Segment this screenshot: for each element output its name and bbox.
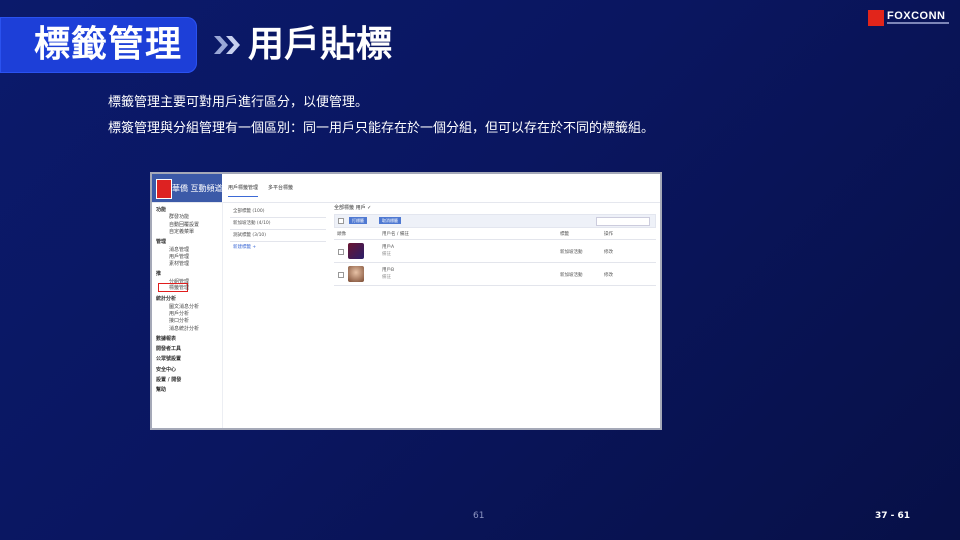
sidebar-group[interactable]: 公眾號設置 (156, 355, 181, 362)
panel-title: 全部標籤 用戶 ✓ (334, 205, 372, 211)
sidebar-item[interactable]: 消息統計分析 (169, 325, 199, 332)
logo-tagline (887, 22, 949, 24)
page-number-center: 61 (473, 511, 485, 521)
brand-logo-icon (156, 179, 172, 199)
logo-mark-icon (868, 10, 884, 26)
description-line-1: 標籤管理主要可對用戶進行區分，以便管理。 (108, 95, 369, 110)
sidebar-item[interactable]: 消息管理 (169, 246, 189, 253)
table-row[interactable]: 用戶A 備註 新加坡活動 修改 (334, 240, 656, 263)
sidebar-item[interactable]: 用戶管理 (169, 253, 189, 260)
label-group-item[interactable]: 測試標籤 (3/10) (230, 230, 326, 242)
user-name: 用戶B (382, 268, 395, 273)
column-header: 標籤 (560, 232, 569, 237)
label-group-item[interactable]: 新加坡活動 (4/10) (230, 218, 326, 230)
row-checkbox[interactable] (338, 272, 344, 278)
embedded-screenshot: 華僑 互動頻道 用戶標籤管理 多平台標籤 功能 群發功能 自動回覆設置 自定義菜單 管理… (150, 172, 662, 430)
avatar (348, 243, 364, 259)
sidebar-group[interactable]: 統計分析 (156, 295, 176, 302)
page-title: 標籤管理 (34, 24, 183, 65)
sidebar-group[interactable]: 數據報表 (156, 335, 176, 342)
label-group-item[interactable]: 全部標籤 (100) (230, 206, 326, 218)
tab-user-tags[interactable]: 用戶標籤管理 (228, 184, 259, 197)
sidebar-group[interactable]: 管理 (156, 238, 166, 245)
sidebar-group[interactable]: 幫助 (156, 386, 166, 393)
user-tag: 新加坡活動 (560, 273, 583, 278)
logo-text: FOXCONN (887, 10, 946, 22)
tag-button[interactable]: 打標籤 (349, 217, 367, 224)
app-brand: 華僑 互動頻道 (152, 174, 223, 202)
row-action[interactable]: 修改 (604, 272, 613, 278)
tab-multi-platform[interactable]: 多平台標籤 (268, 184, 293, 191)
sidebar-group[interactable]: 安全中心 (156, 366, 176, 373)
page-subtitle: 用戶貼標 (248, 24, 393, 65)
avatar (348, 266, 364, 282)
brand-text: 華僑 互動頻道 (172, 184, 223, 193)
app-sidebar: 功能 群發功能 自動回覆設置 自定義菜單 管理 消息管理 用戶管理 素材管理推分組管理 標籤管理… (152, 202, 223, 428)
row-checkbox[interactable] (338, 249, 344, 255)
sidebar-group[interactable]: 開發者工具 (156, 345, 181, 352)
sidebar-item[interactable]: 素材管理 (169, 260, 189, 267)
user-tag: 新加坡活動 (560, 250, 583, 255)
search-input[interactable] (596, 217, 650, 226)
user-list-panel: 全部標籤 用戶 ✓ 打標籤 取消標籤 頭像 用戶名 / 備註 標籤 操作 用戶A… (334, 204, 656, 286)
table-row[interactable]: 用戶B 備註 新加坡活動 修改 (334, 263, 656, 286)
toolbar: 打標籤 取消標籤 (334, 214, 656, 228)
column-header: 操作 (604, 232, 613, 237)
label-group-list: 全部標籤 (100) 新加坡活動 (4/10) 測試標籤 (3/10) 新建標籤… (230, 206, 326, 253)
user-note: 備註 (382, 275, 391, 280)
double-chevron-right-icon (214, 36, 240, 54)
description-line-2: 標簽管理與分組管理有一個區別：同一用戶只能存在於一個分組，但可以存在於不同的標籤… (108, 121, 655, 136)
user-name: 用戶A (382, 245, 395, 250)
sidebar-item[interactable]: 用戶分析 (169, 310, 189, 317)
sidebar-group[interactable]: 功能 (156, 206, 166, 213)
column-header: 頭像 (337, 232, 346, 237)
sidebar-item[interactable]: 圖文消息分析 (169, 303, 199, 310)
user-note: 備註 (382, 252, 391, 257)
foxconn-logo: FOXCONN (868, 10, 950, 26)
remove-tag-button[interactable]: 取消標籤 (379, 217, 401, 224)
row-action[interactable]: 修改 (604, 249, 613, 255)
add-label-group-link[interactable]: 新建標籤 + (230, 242, 326, 253)
column-header: 用戶名 / 備註 (382, 232, 409, 237)
table-header: 頭像 用戶名 / 備註 標籤 操作 (334, 228, 656, 240)
sidebar-item[interactable]: 群發功能 (169, 213, 189, 220)
sidebar-group[interactable]: 設置 / 開發 (156, 376, 181, 383)
page-number-right: 37 - 61 (875, 511, 911, 521)
app-header: 華僑 互動頻道 用戶標籤管理 多平台標籤 (152, 174, 660, 203)
sidebar-item[interactable]: 接口分析 (169, 317, 189, 324)
sidebar-item[interactable]: 自定義菜單 (169, 228, 194, 235)
sidebar-group[interactable]: 推 (156, 270, 161, 277)
sidebar-item[interactable]: 標籤管理 (158, 283, 189, 292)
select-all-checkbox[interactable] (338, 218, 344, 224)
sidebar-item[interactable]: 自動回覆設置 (169, 221, 199, 228)
